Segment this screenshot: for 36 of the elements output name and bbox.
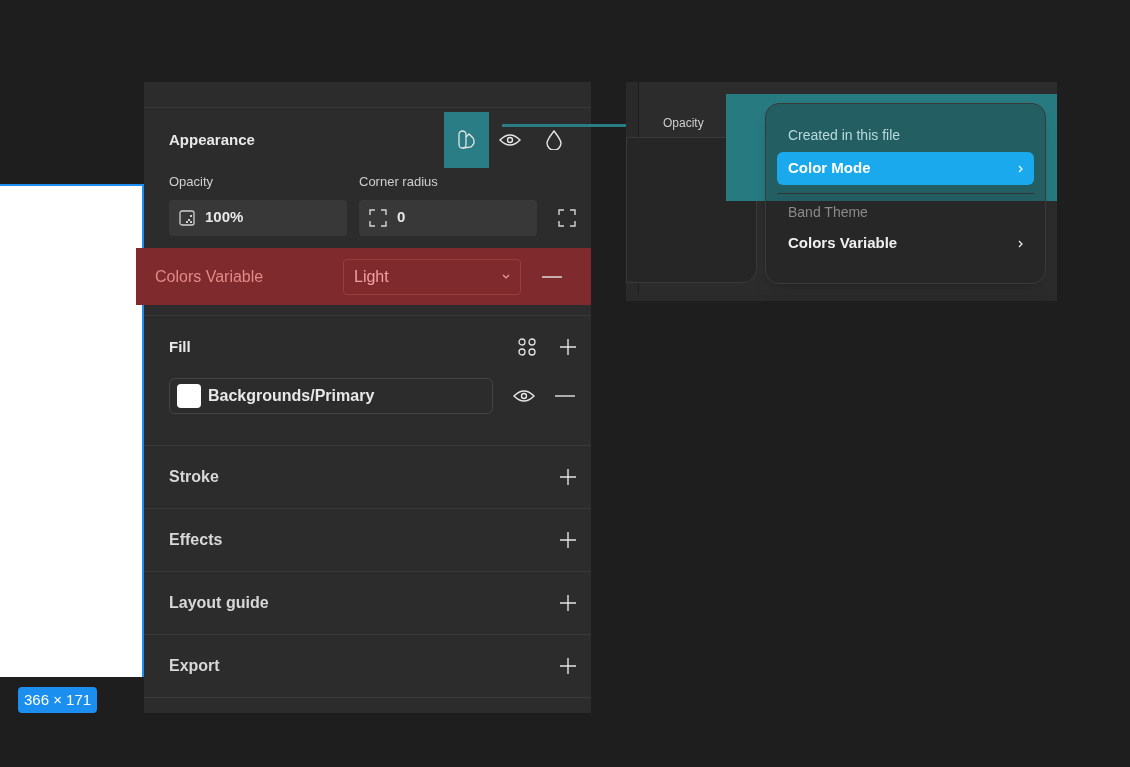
plus-icon[interactable] [559,468,577,486]
chevron-right-icon [1018,164,1023,173]
menu-heading: Band Theme [777,193,1034,227]
fill-style-field[interactable]: Backgrounds/Primary [169,378,493,414]
section-title: Export [169,656,221,676]
corner-radius-field[interactable]: 0 [359,199,537,236]
section-title: Layout guide [169,593,270,613]
styles-icon[interactable] [517,337,537,357]
drop-icon[interactable] [546,130,562,150]
menu-heading: Created in this file [787,125,902,145]
section-title: Appearance [169,129,256,150]
chevron-down-icon [502,274,510,279]
section-title: Fill [169,336,192,357]
plus-icon[interactable] [559,657,577,675]
section-title: Stroke [169,467,220,487]
eye-icon[interactable] [499,133,521,147]
eye-icon[interactable] [513,389,535,403]
section-title: Effects [169,530,224,550]
field-label: Opacity [663,115,704,132]
plus-icon[interactable] [559,594,577,612]
independent-corners-icon [558,208,576,227]
opacity-field[interactable]: 100% [169,199,347,236]
plus-icon[interactable] [559,531,577,549]
field-label: Opacity [169,173,215,191]
mode-dropdown[interactable]: Light [343,258,521,295]
size-badge: 366 × 171 [18,687,98,713]
chevron-right-icon [1018,239,1023,248]
plus-icon[interactable] [559,338,577,356]
variable-label: Colors Variable [155,266,265,287]
variable-mode-button[interactable] [444,112,489,168]
field-label: Corner radius [359,173,438,191]
corner-icon [369,208,387,227]
minus-icon[interactable] [542,275,562,278]
swatch-icon [456,130,477,150]
menu-item[interactable]: Colors Variable [777,227,1034,260]
opacity-icon [179,209,195,226]
